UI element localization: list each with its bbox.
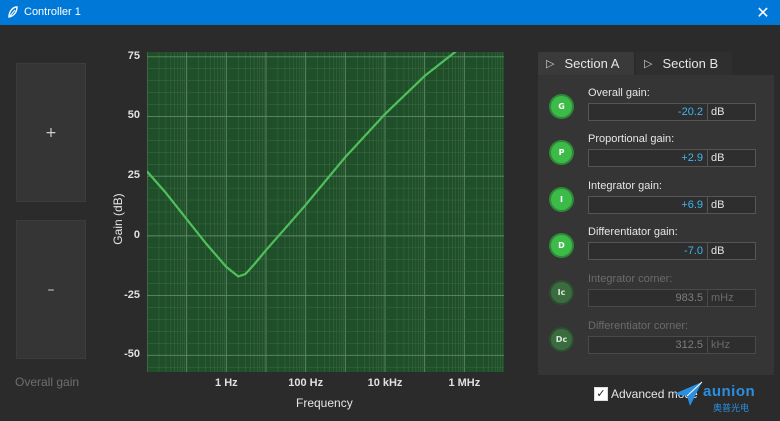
unit-label: kHz	[708, 336, 756, 354]
window-title: Controller 1	[24, 6, 81, 18]
param-label: Overall gain:	[588, 87, 650, 99]
param-row-overall-gain: G Overall gain: -20.2 dB	[538, 81, 774, 125]
play-icon: ▷	[644, 58, 653, 70]
y-tick-label: 50	[127, 109, 140, 122]
unit-label: dB	[708, 196, 756, 214]
unit-label: dB	[708, 103, 756, 121]
y-tick-label: 75	[127, 49, 140, 62]
watermark-logo-icon	[674, 381, 703, 406]
unit-label: dB	[708, 242, 756, 260]
parameter-panel: G Overall gain: -20.2 dB P Proportional …	[538, 75, 774, 375]
app-icon	[8, 6, 18, 18]
param-row-proportional-gain: P Proportional gain: +2.9 dB	[538, 127, 774, 171]
x-tick-label: 100 Hz	[288, 377, 324, 389]
param-row-integrator-corner: Ic Integrator corner: 983.5 mHz	[538, 267, 774, 311]
unit-label: mHz	[708, 289, 756, 307]
unit-label: dB	[708, 149, 756, 167]
close-icon: ✕	[756, 3, 770, 22]
advanced-mode-checkbox[interactable]: ✓	[594, 387, 608, 401]
watermark-text: aunion	[703, 383, 756, 400]
differentiator-badge-icon[interactable]: D	[551, 235, 572, 256]
x-tick-label: 10 kHz	[367, 377, 403, 389]
y-tick-label: 0	[133, 228, 140, 241]
plot-canvas	[146, 34, 504, 372]
bode-plot[interactable]	[146, 34, 504, 372]
close-button[interactable]: ✕	[746, 0, 780, 25]
plus-icon: +	[45, 124, 57, 141]
tab-label: Section B	[662, 56, 719, 71]
increase-gain-button[interactable]: +	[16, 63, 86, 202]
integrator-corner-badge-icon[interactable]: Ic	[551, 282, 572, 303]
param-row-differentiator-corner: Dc Differentiator corner: 312.5 kHz	[538, 314, 774, 358]
x-tick-label: 1 Hz	[215, 377, 238, 389]
title-bar: Controller 1 ✕	[0, 0, 780, 25]
proportional-gain-input[interactable]: +2.9	[588, 149, 708, 167]
gain-badge-icon[interactable]: G	[551, 96, 572, 117]
differentiator-corner-badge-icon[interactable]: Dc	[551, 329, 572, 350]
differentiator-gain-input[interactable]: -7.0	[588, 242, 708, 260]
param-label: Differentiator gain:	[588, 226, 678, 238]
param-label: Integrator corner:	[588, 273, 673, 285]
param-row-differentiator-gain: D Differentiator gain: -7.0 dB	[538, 220, 774, 264]
play-icon: ▷	[546, 58, 555, 70]
proportional-badge-icon[interactable]: P	[551, 142, 572, 163]
integrator-gain-input[interactable]: +6.9	[588, 196, 708, 214]
overall-gain-input[interactable]: -20.2	[588, 103, 708, 121]
tab-label: Section A	[564, 56, 620, 71]
param-row-integrator-gain: I Integrator gain: +6.9 dB	[538, 174, 774, 218]
y-tick-label: -25	[124, 288, 140, 301]
tab-section-b[interactable]: ▷ Section B	[636, 52, 732, 75]
minus-icon: –	[47, 281, 55, 298]
y-tick-label: 25	[127, 169, 140, 182]
decrease-gain-button[interactable]: –	[16, 220, 86, 359]
watermark-subtext: 奥普光电	[713, 404, 750, 414]
x-tick-label: 1 MHz	[448, 377, 481, 389]
check-icon: ✓	[596, 387, 606, 400]
y-tick-label: -50	[124, 348, 140, 361]
integrator-badge-icon[interactable]: I	[551, 189, 572, 210]
param-label: Differentiator corner:	[588, 320, 689, 332]
integrator-corner-input[interactable]: 983.5	[588, 289, 708, 307]
x-axis-label: Frequency	[296, 396, 353, 410]
param-label: Proportional gain:	[588, 133, 675, 145]
tab-section-a[interactable]: ▷ Section A	[538, 52, 634, 75]
overall-gain-label: Overall gain	[15, 375, 80, 389]
param-label: Integrator gain:	[588, 180, 662, 192]
differentiator-corner-input[interactable]: 312.5	[588, 336, 708, 354]
